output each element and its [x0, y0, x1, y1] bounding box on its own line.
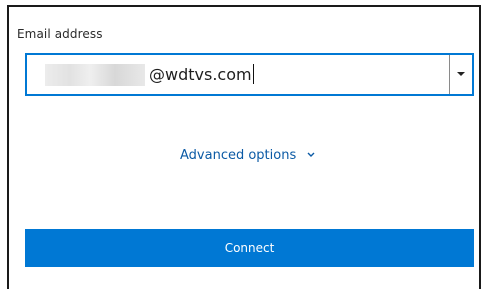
email-value: @wdtvs.com — [149, 64, 254, 85]
text-cursor — [252, 64, 254, 84]
email-domain-text: @wdtvs.com — [149, 65, 252, 84]
chevron-down-icon — [307, 146, 315, 161]
caret-down-icon — [457, 72, 465, 76]
email-dropdown-button[interactable] — [449, 55, 472, 94]
advanced-options-link[interactable]: Advanced options — [180, 146, 315, 163]
redacted-username — [45, 64, 145, 86]
advanced-options-label: Advanced options — [180, 148, 297, 163]
email-address-label: Email address — [17, 27, 103, 41]
connect-button[interactable]: Connect — [25, 229, 474, 267]
email-input[interactable]: @wdtvs.com — [27, 55, 447, 94]
email-combobox[interactable]: @wdtvs.com — [25, 53, 474, 96]
